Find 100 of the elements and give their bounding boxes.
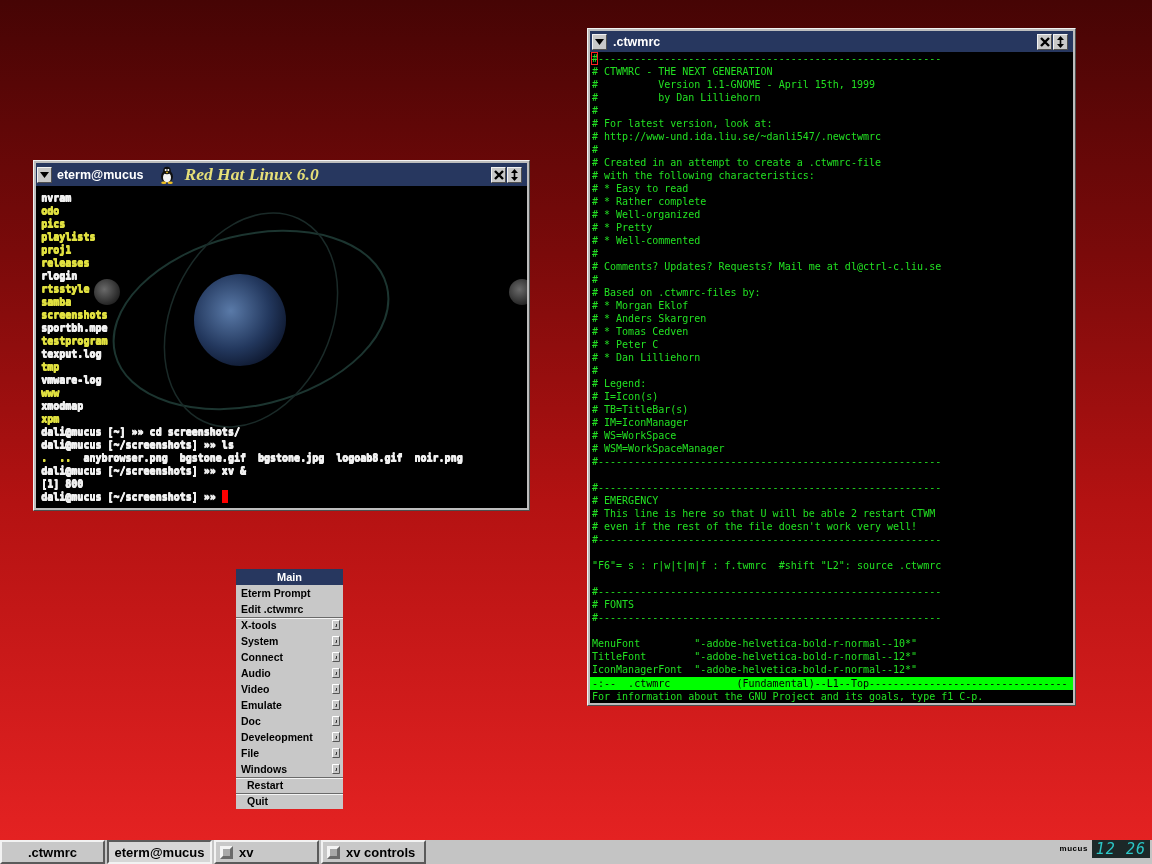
code-line: #---------------------------------------------------------: [592, 455, 942, 468]
terminal-line: rtsstyle: [41, 282, 90, 295]
moon-drawing: [94, 279, 120, 305]
code-line: # EMERGENCY: [592, 494, 659, 507]
submenu-icon: [332, 652, 340, 662]
close-icon: [493, 169, 504, 180]
submenu-icon: [332, 700, 340, 710]
code-line: # * Peter C: [592, 338, 659, 351]
code-line: # TB=TitleBar(s): [592, 403, 689, 416]
clock-display: 12 26: [1091, 840, 1150, 858]
window-menu-button[interactable]: [37, 166, 52, 183]
terminal-line: dali@mucus [~] »» cd screenshots/: [41, 425, 240, 438]
code-line: # IM=IconManager: [592, 416, 689, 429]
file-name: bgstone.gif: [179, 451, 246, 464]
code-line: # CTWMRC - THE NEXT GENERATION: [592, 65, 773, 78]
code-line: # I=Icon(s): [592, 390, 659, 403]
terminal-line: screenshots: [41, 308, 108, 321]
code-line: #: [592, 104, 599, 117]
code-line: # * Pretty: [592, 221, 653, 234]
code-line: # * Rather complete: [592, 195, 707, 208]
caret-down-icon: [595, 38, 604, 45]
submenu-icon: [332, 732, 340, 742]
menu-item[interactable]: X-tools: [236, 617, 343, 633]
file-name: noir.png: [414, 451, 463, 464]
code-line: # Created in an attempt to create a .ctwmrc-file: [592, 156, 881, 169]
code-line: # This line is here so that U will be able 2 restart CTWM: [592, 507, 936, 520]
code-line: #: [592, 273, 599, 286]
terminal-line: vmware-log: [41, 373, 102, 386]
resize-icon: [511, 168, 518, 181]
terminal-line: playlists: [41, 230, 96, 243]
code-line: # * Dan Lilliehorn: [592, 351, 701, 364]
terminal-line: [1] 800: [41, 477, 84, 490]
terminal-line: dali@mucus [~/screenshots] »» xv &: [41, 464, 246, 477]
terminal-line: proj1: [41, 243, 72, 256]
code-line: #---------------------------------------------------------: [592, 585, 942, 598]
terminal-line: texput.log: [41, 347, 102, 360]
code-line: MenuFont "-adobe-helvetica-bold-r-normal--10*": [592, 637, 918, 650]
code-line: # * Morgan Eklof: [592, 299, 689, 312]
file-name: .: [41, 451, 48, 464]
terminal-line: xmodmap: [41, 399, 84, 412]
terminal-line: testprogram: [41, 334, 108, 347]
terminal-line: tmp: [41, 360, 60, 373]
code-line: # * Easy to read: [592, 182, 689, 195]
terminal-line: dali@mucus [~/screenshots] »»: [41, 490, 216, 503]
submenu-icon: [332, 716, 340, 726]
window-menu-button[interactable]: [592, 33, 607, 50]
echo-area-text: For information about the GNU Project and its goals, type f1 C-p.: [591, 690, 985, 703]
code-line: # WSM=WorkSpaceManager: [592, 442, 725, 455]
code-line: #: [592, 247, 599, 260]
code-line: # For latest version, look at:: [592, 117, 773, 130]
taskbar-button[interactable]: .ctwmrc: [0, 840, 105, 864]
terminal-line: releases: [41, 256, 90, 269]
host-label: mucus: [1059, 844, 1088, 853]
close-button[interactable]: [1037, 33, 1052, 50]
caret-down-icon: [40, 171, 49, 178]
code-line: # with the following characteristics:: [592, 169, 815, 182]
code-line: # Based on .ctwmrc-files by:: [592, 286, 761, 299]
file-name: bgstone.jpg: [257, 451, 324, 464]
resize-button[interactable]: [507, 166, 522, 183]
code-line: # * Well-organized: [592, 208, 701, 221]
code-line: # Version 1.1-GNOME - April 15th, 1999: [592, 78, 875, 91]
resize-icon: [1057, 35, 1064, 48]
submenu-icon: [332, 684, 340, 694]
taskbar-button[interactable]: xv: [214, 840, 319, 864]
submenu-icon: [332, 748, 340, 758]
close-icon: [1039, 36, 1050, 47]
code-line: # Legend:: [592, 377, 647, 390]
terminal-line: pics: [41, 217, 66, 230]
code-line: IconManagerFont "-adobe-helvetica-bold-r-normal--12*": [592, 663, 918, 676]
code-line: # even if the rest of the file doesn't work very well!: [592, 520, 918, 533]
file-name: logoab8.gif: [336, 451, 403, 464]
taskbar-button[interactable]: xv controls: [321, 840, 426, 864]
code-line: # WS=WorkSpace: [592, 429, 677, 442]
code-line: # Comments? Updates? Requests? Mail me at dl@ctrl-c.liu.se: [592, 260, 942, 273]
close-button[interactable]: [491, 166, 506, 183]
code-line: TitleFont "-adobe-helvetica-bold-r-normal--12*": [592, 650, 918, 663]
code-line: # * Well-commented: [592, 234, 701, 247]
resize-button[interactable]: [1053, 33, 1068, 50]
terminal-line: xpm: [41, 412, 60, 425]
menu-item[interactable]: Quit: [236, 793, 343, 809]
terminal-line: rlogin: [41, 269, 78, 282]
window-title: eterm@mucus: [57, 167, 144, 182]
terminal-line: nvram: [41, 191, 72, 204]
code-line: #---------------------------------------------------------: [592, 481, 942, 494]
menu-title: Main: [236, 569, 343, 585]
code-line: # * Tomas Cedven: [592, 325, 689, 338]
penguin-icon: [158, 165, 175, 184]
terminal-line: www: [41, 386, 60, 399]
code-line: # FONTS: [592, 598, 635, 611]
code-line: #: [592, 143, 599, 156]
taskbar-button[interactable]: eterm@mucus: [107, 840, 212, 864]
submenu-icon: [332, 636, 340, 646]
code-line: # * Anders Skargren: [592, 312, 707, 325]
submenu-icon: [332, 620, 340, 630]
terminal-line: samba: [41, 295, 72, 308]
file-name: ..: [59, 451, 72, 464]
terminal-line: odo: [41, 204, 60, 217]
code-line: "F6"= s : r|w|t|m|f : f.twmrc #shift "L2": source .ctwmrc: [592, 559, 942, 572]
window-title: .ctwmrc: [613, 34, 661, 49]
code-line: # by Dan Lilliehorn: [592, 91, 761, 104]
